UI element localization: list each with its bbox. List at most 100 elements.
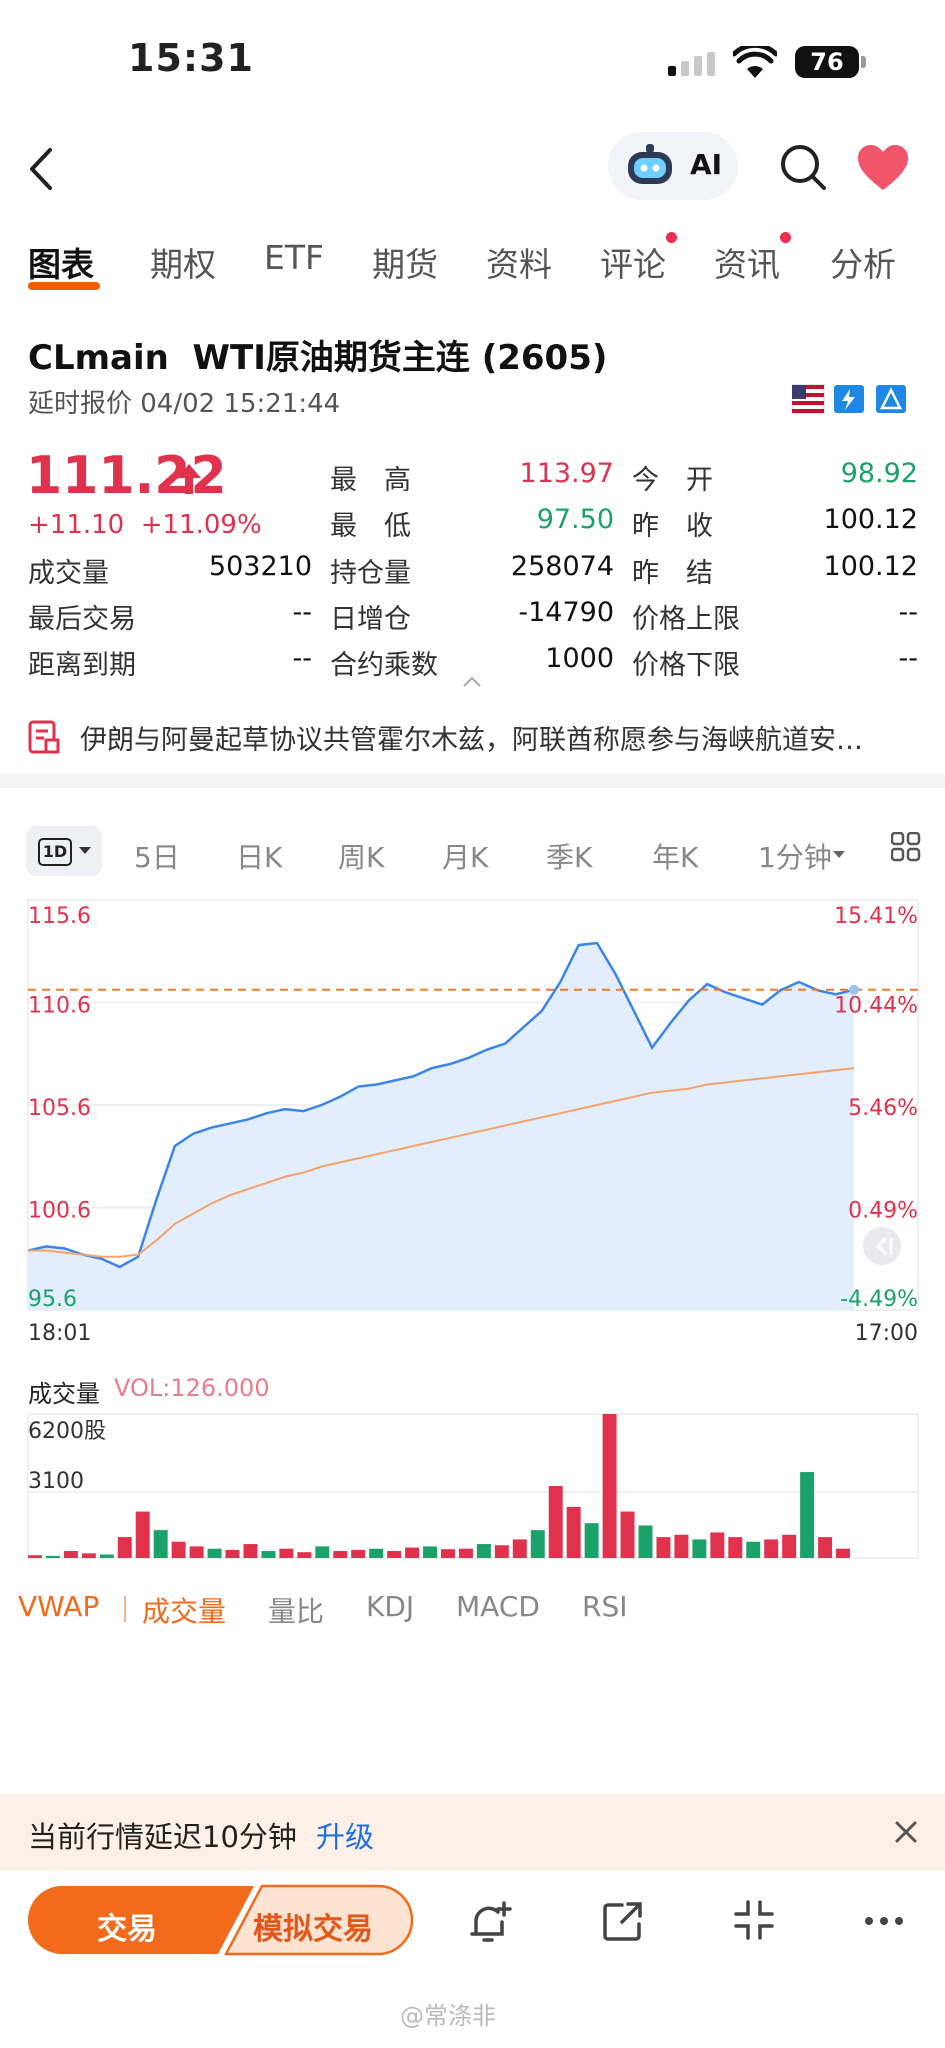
- quote-label: 昨 结: [632, 558, 713, 589]
- volume-bar: [441, 1549, 455, 1558]
- quote-value: 100.12: [823, 504, 918, 535]
- indicator-tab-5[interactable]: RSI: [582, 1590, 628, 1623]
- delay-text: 当前行情延迟10分钟: [28, 1820, 297, 1854]
- x-tick-start: 18:01: [28, 1321, 91, 1346]
- fullscreen-collapse-icon[interactable]: [734, 1900, 774, 1940]
- volume-bar: [800, 1472, 815, 1558]
- volume-bar: [620, 1511, 635, 1558]
- tab-6[interactable]: 资讯: [714, 238, 780, 286]
- y-tick-right: 15.41%: [834, 904, 918, 929]
- quote-value: 1000: [545, 643, 614, 674]
- tab-5[interactable]: 评论: [600, 238, 666, 286]
- share-icon[interactable]: [602, 1900, 644, 1942]
- quote-label: 日增仓: [330, 604, 411, 635]
- volume-bar: [351, 1549, 366, 1558]
- period-tab-0[interactable]: 5日: [134, 836, 180, 876]
- intraday-price-chart[interactable]: 115.6 110.6 105.6 100.6 95.6 15.41% 10.44% 5.46…: [0, 890, 945, 1350]
- volume-bar: [692, 1539, 707, 1558]
- indicator-tab-1[interactable]: 成交量: [142, 1590, 226, 1630]
- scroll-to-latest-button[interactable]: [863, 1227, 901, 1265]
- volume-bar: [494, 1545, 509, 1558]
- favorite-heart-icon[interactable]: [856, 144, 910, 192]
- market-flags: [791, 383, 912, 415]
- quote-value: --: [292, 643, 313, 674]
- y-tick-left: 95.6: [28, 1287, 77, 1312]
- tab-3[interactable]: 期货: [372, 238, 438, 286]
- volume-bar: [28, 1555, 42, 1558]
- instrument-title: CLmain WTI原油期货主连 (2605): [28, 338, 608, 378]
- period-tab-1[interactable]: 日K: [236, 836, 282, 876]
- volume-title: 成交量: [28, 1380, 100, 1408]
- volume-bar: [512, 1539, 527, 1558]
- delay-banner: 当前行情延迟10分钟 升级: [0, 1794, 945, 1870]
- volume-bar: [764, 1539, 779, 1558]
- volume-chart[interactable]: 6200股 3100: [0, 1410, 945, 1570]
- volume-bar: [207, 1548, 222, 1558]
- indicator-tab-3[interactable]: KDJ: [366, 1590, 414, 1623]
- upgrade-link[interactable]: 升级: [316, 1814, 374, 1856]
- quote-value: 97.50: [536, 504, 614, 535]
- tab-1[interactable]: 期权: [150, 238, 216, 286]
- volume-bar: [261, 1551, 276, 1558]
- volume-bar: [405, 1547, 420, 1558]
- volume-bar: [602, 1414, 617, 1558]
- price-alert-bell-icon[interactable]: [468, 1900, 512, 1944]
- period-tab-4[interactable]: 季K: [546, 836, 592, 876]
- volume-bar: [728, 1537, 743, 1558]
- volume-bar: [387, 1551, 402, 1558]
- more-icon[interactable]: [864, 1916, 904, 1926]
- volume-bar: [279, 1548, 294, 1558]
- tab-4[interactable]: 资料: [486, 238, 552, 286]
- nav-bar: AI: [0, 130, 945, 210]
- indicator-separator: [124, 1596, 126, 1622]
- battery-indicator: 76: [795, 46, 859, 78]
- tab-notification-dot: [780, 232, 791, 243]
- grid-menu-icon[interactable]: [891, 832, 921, 862]
- volume-bar: [225, 1549, 240, 1558]
- quote-label: 成交量: [28, 558, 109, 589]
- period-tab-3[interactable]: 月K: [442, 836, 488, 876]
- volume-bar: [423, 1546, 437, 1558]
- news-ticker[interactable]: 伊朗与阿曼起草协议共管霍尔木兹，阿联酋称愿参与海峡航道安…: [80, 718, 910, 758]
- tab-2[interactable]: ETF: [264, 238, 324, 277]
- quote-label: 最 高: [330, 465, 411, 496]
- ai-button[interactable]: AI: [608, 132, 738, 200]
- ai-label: AI: [690, 148, 723, 181]
- main-tabs: 图表 期权 ETF 期货 资料 评论 资讯 分析: [0, 230, 945, 290]
- quote-label: 最 低: [330, 511, 411, 542]
- volume-bar: [171, 1541, 186, 1558]
- period-tab-2[interactable]: 周K: [338, 836, 384, 876]
- sim-trade-button[interactable]: 模拟交易: [238, 1904, 388, 1948]
- indicator-tab-0[interactable]: VWAP: [18, 1590, 99, 1623]
- volume-bar: [45, 1555, 60, 1558]
- tab-7[interactable]: 分析: [830, 238, 896, 286]
- x-tick-end: 17:00: [855, 1321, 918, 1346]
- section-divider: [0, 774, 945, 788]
- search-icon[interactable]: [778, 142, 828, 192]
- indicator-tab-4[interactable]: MACD: [456, 1590, 540, 1623]
- trade-button[interactable]: 交易: [62, 1904, 192, 1948]
- tab-0[interactable]: 图表: [28, 238, 94, 286]
- volume-bar: [818, 1537, 833, 1558]
- chart-period-tabs: 1D 5日 日K 周K 月K 季K 年K 1分钟: [0, 824, 945, 880]
- dropdown-caret-icon: [79, 847, 91, 854]
- volume-bar: [153, 1530, 168, 1558]
- period-tab-6[interactable]: 1分钟: [758, 836, 832, 876]
- collapse-chevron-icon[interactable]: [462, 676, 482, 688]
- period-tab-5[interactable]: 年K: [652, 836, 698, 876]
- volume-bar: [315, 1546, 330, 1558]
- volume-bar: [63, 1551, 78, 1558]
- quote-value: -14790: [518, 597, 614, 628]
- period-1d-label: 1D: [38, 838, 72, 866]
- quote-value: 100.12: [823, 551, 918, 582]
- news-doc-icon: [28, 720, 60, 754]
- indicator-tab-2[interactable]: 量比: [268, 1590, 324, 1630]
- up-arrow-icon: [177, 464, 201, 494]
- period-1d-button[interactable]: 1D: [26, 826, 102, 876]
- bottom-action-bar: 交易 模拟交易: [0, 1880, 945, 1980]
- volume-bar: [81, 1553, 96, 1558]
- back-icon[interactable]: [26, 146, 56, 192]
- close-icon[interactable]: [894, 1820, 918, 1844]
- volume-bar: [530, 1530, 545, 1558]
- price-area-fill: [28, 943, 854, 1310]
